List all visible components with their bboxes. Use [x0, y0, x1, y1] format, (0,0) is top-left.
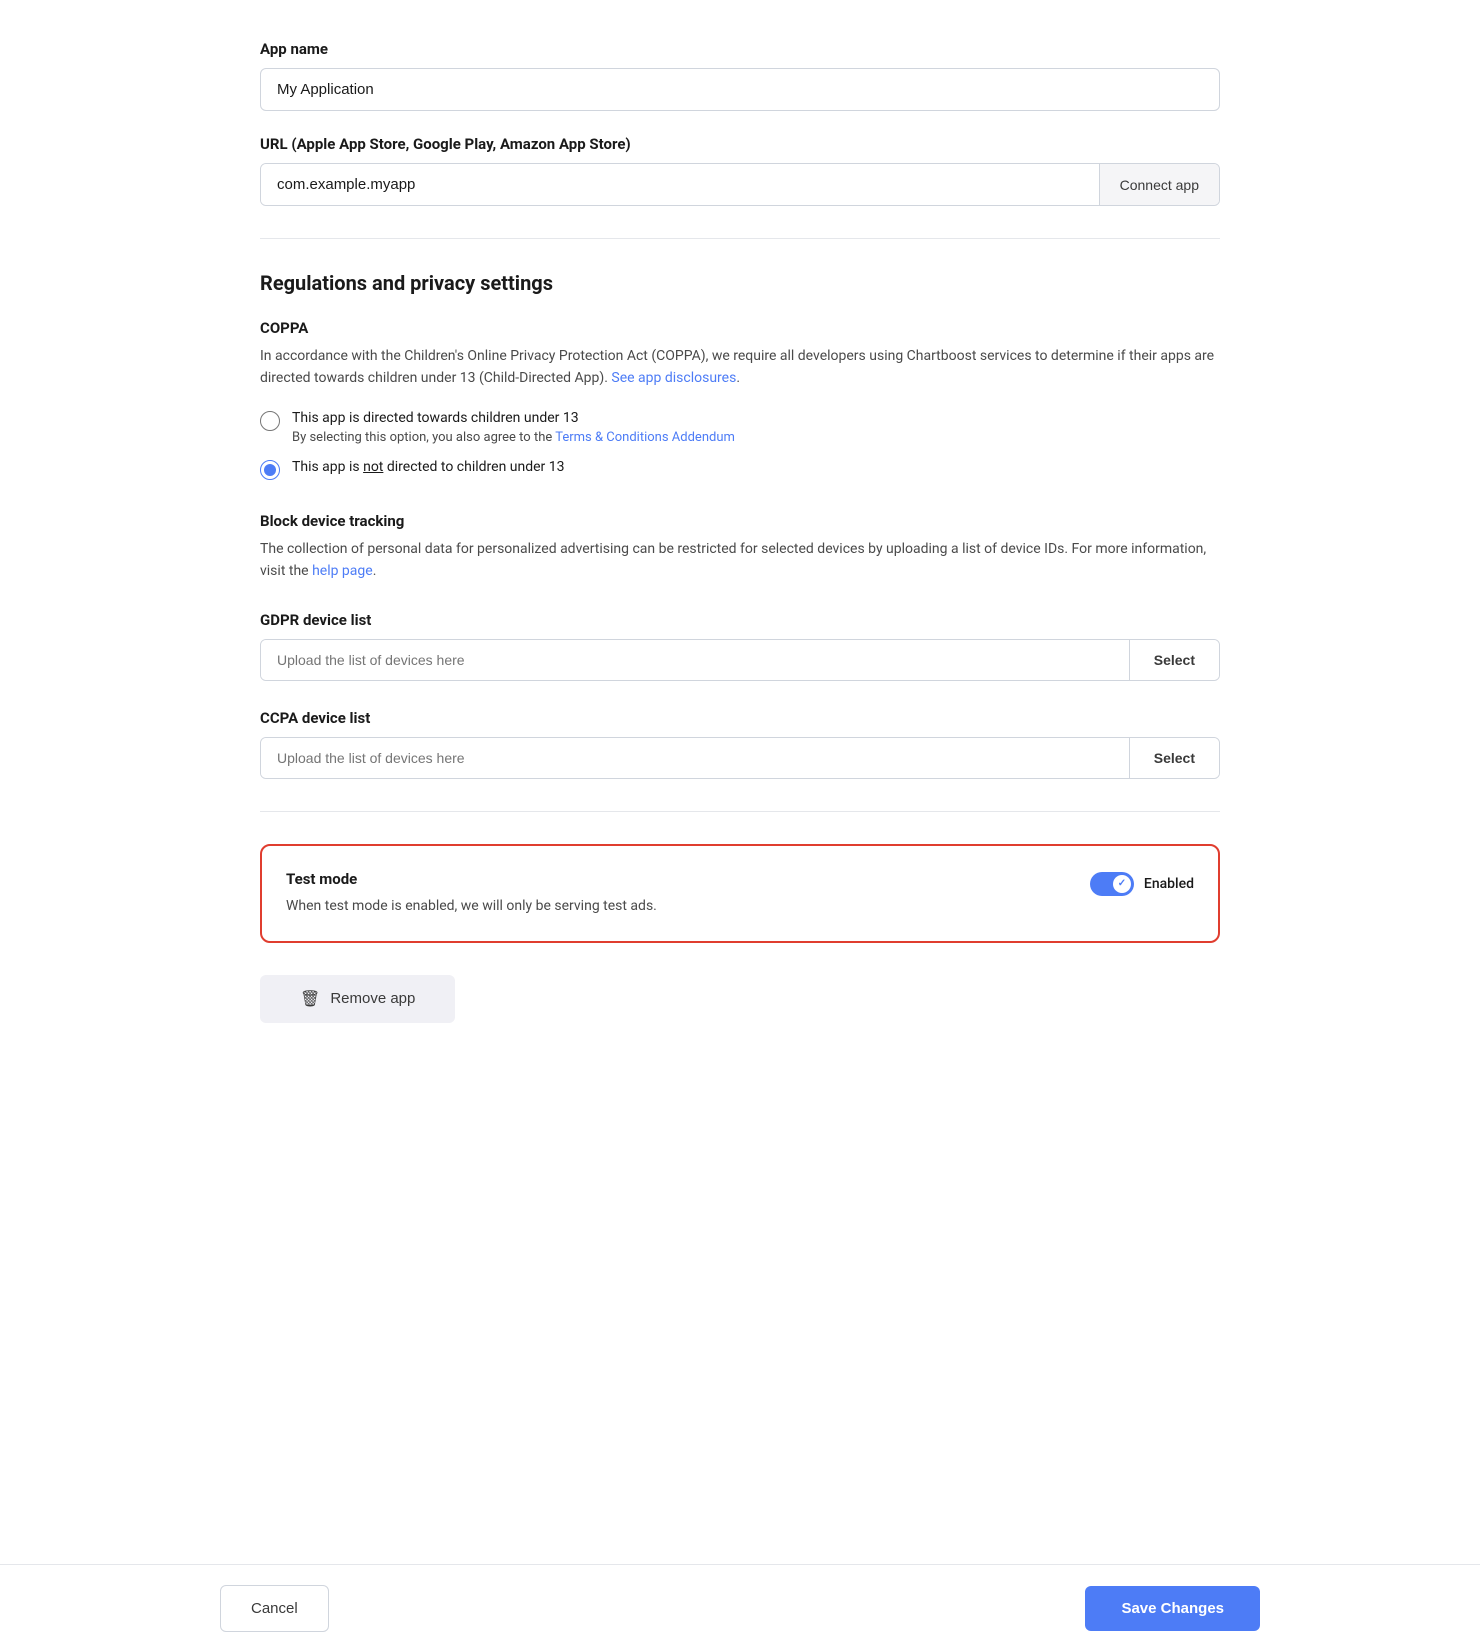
gdpr-input[interactable] [261, 640, 1129, 680]
remove-app-button[interactable]: 🗑 Remove app [260, 975, 455, 1023]
radio-option-not-directed: This app is not directed to children und… [260, 459, 1220, 480]
test-mode-toggle[interactable]: ✓ [1090, 872, 1134, 896]
coppa-radio-group: This app is directed towards children un… [260, 410, 1220, 480]
ccpa-select-button[interactable]: Select [1129, 738, 1219, 778]
test-mode-box: Test mode When test mode is enabled, we … [260, 844, 1220, 943]
app-name-label: App name [260, 40, 1220, 58]
connect-app-button[interactable]: Connect app [1099, 164, 1219, 205]
gdpr-label: GDPR device list [260, 611, 1220, 629]
radio-directed-label: This app is directed towards children un… [292, 410, 735, 426]
radio-directed[interactable] [260, 411, 280, 431]
test-mode-enabled-label: Enabled [1144, 876, 1194, 892]
app-name-input[interactable] [260, 68, 1220, 111]
toggle-check-icon: ✓ [1118, 878, 1126, 889]
coppa-description: In accordance with the Children's Online… [260, 345, 1220, 390]
block-tracking-title: Block device tracking [260, 512, 1220, 530]
block-tracking-description: The collection of personal data for pers… [260, 538, 1220, 583]
url-input[interactable] [261, 164, 1099, 205]
test-mode-content: Test mode When test mode is enabled, we … [286, 870, 1066, 917]
regulations-section: Regulations and privacy settings COPPA I… [260, 271, 1220, 779]
terms-conditions-link[interactable]: Terms & Conditions Addendum [555, 430, 735, 445]
ccpa-input[interactable] [261, 738, 1129, 778]
save-changes-button[interactable]: Save Changes [1085, 1586, 1260, 1631]
section-divider-2 [260, 811, 1220, 812]
trash-icon: 🗑 [300, 989, 320, 1009]
test-mode-description: When test mode is enabled, we will only … [286, 896, 1066, 917]
test-mode-toggle-group: ✓ Enabled [1090, 872, 1194, 896]
footer-inner: Cancel Save Changes [220, 1585, 1260, 1632]
regulations-title: Regulations and privacy settings [260, 271, 1220, 295]
help-page-link[interactable]: help page [312, 563, 373, 579]
radio-not-directed[interactable] [260, 460, 280, 480]
toggle-thumb: ✓ [1113, 875, 1131, 893]
test-mode-title: Test mode [286, 870, 1066, 888]
url-label: URL (Apple App Store, Google Play, Amazo… [260, 135, 1220, 153]
radio-option-directed: This app is directed towards children un… [260, 410, 1220, 445]
block-tracking-section: Block device tracking The collection of … [260, 512, 1220, 583]
url-field-group: URL (Apple App Store, Google Play, Amazo… [260, 135, 1220, 206]
footer-bar: Cancel Save Changes [0, 1564, 1480, 1652]
ccpa-field-wrapper: Select [260, 737, 1220, 779]
radio-not-directed-label-group: This app is not directed to children und… [292, 459, 565, 475]
toggle-track: ✓ [1090, 872, 1134, 896]
remove-app-label: Remove app [330, 990, 415, 1007]
gdpr-select-button[interactable]: Select [1129, 640, 1219, 680]
url-field-wrapper: Connect app [260, 163, 1220, 206]
radio-directed-label-group: This app is directed towards children un… [292, 410, 735, 445]
cancel-button[interactable]: Cancel [220, 1585, 329, 1632]
see-disclosures-link[interactable]: See app disclosures [611, 370, 736, 386]
section-divider-1 [260, 238, 1220, 239]
remove-app-section: 🗑 Remove app [260, 975, 1220, 1023]
gdpr-device-list-section: GDPR device list Select [260, 611, 1220, 681]
radio-directed-sublabel: By selecting this option, you also agree… [292, 430, 735, 445]
ccpa-label: CCPA device list [260, 709, 1220, 727]
ccpa-device-list-section: CCPA device list Select [260, 709, 1220, 779]
radio-not-directed-label: This app is not directed to children und… [292, 459, 565, 475]
coppa-section: COPPA In accordance with the Children's … [260, 319, 1220, 480]
coppa-title: COPPA [260, 319, 1220, 337]
gdpr-field-wrapper: Select [260, 639, 1220, 681]
app-name-field: App name [260, 40, 1220, 111]
